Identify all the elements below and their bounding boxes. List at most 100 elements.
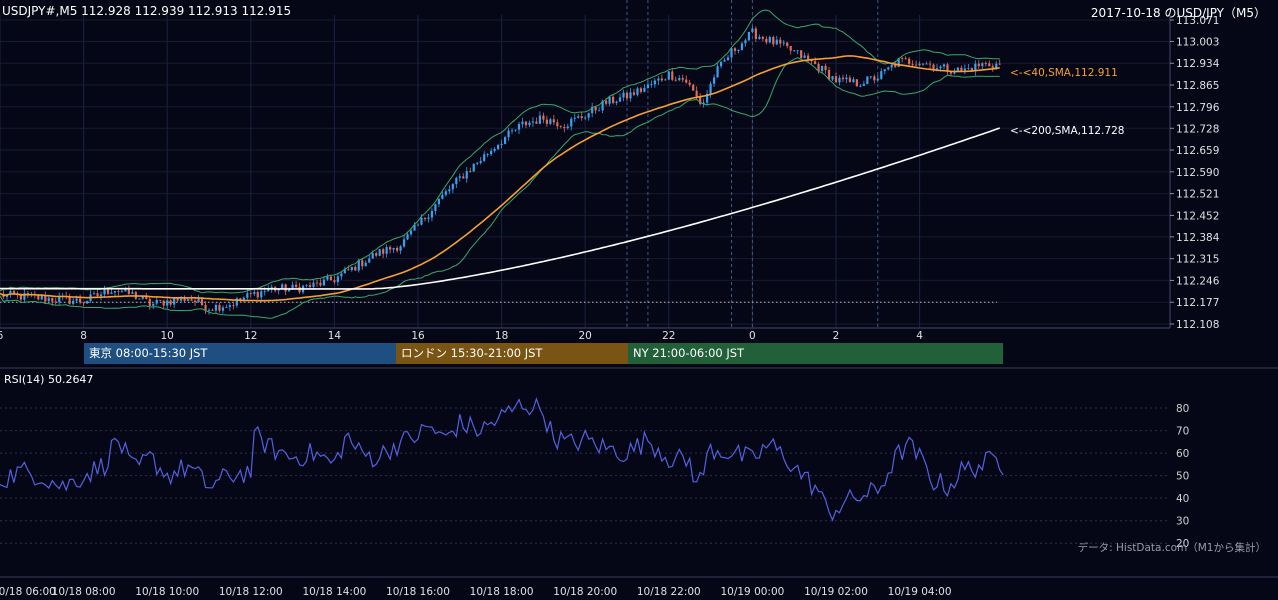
candle-body bbox=[497, 145, 500, 149]
hour-tick-label: 4 bbox=[916, 330, 923, 342]
price-tick-label: 112.108 bbox=[1176, 319, 1219, 331]
candle-body bbox=[981, 63, 984, 67]
candle-body bbox=[803, 55, 806, 58]
candle-body bbox=[138, 298, 141, 300]
candle-body bbox=[221, 307, 225, 311]
candle-body bbox=[228, 305, 231, 308]
candle-body bbox=[587, 113, 590, 118]
candle-body bbox=[977, 63, 980, 67]
candle-body bbox=[267, 289, 270, 292]
candle-body bbox=[113, 291, 117, 293]
candle-body bbox=[939, 66, 942, 69]
candle-body bbox=[556, 122, 559, 127]
candle-body bbox=[99, 294, 103, 297]
candle-body bbox=[79, 298, 82, 303]
candle-body bbox=[545, 119, 548, 124]
price-tick-label: 112.246 bbox=[1176, 275, 1220, 287]
candle-body bbox=[173, 298, 176, 305]
candle-body bbox=[723, 60, 726, 62]
candle-body bbox=[256, 292, 259, 298]
candle-body bbox=[786, 42, 789, 47]
symbol-quote: USDJPY#,M5 112.928 112.939 112.913 112.9… bbox=[2, 4, 292, 18]
candle-body bbox=[796, 50, 799, 52]
candle-body bbox=[396, 248, 399, 251]
candle-body bbox=[594, 106, 597, 111]
candle-body bbox=[476, 162, 479, 164]
time-tick-label: 10/18 06:00 bbox=[0, 586, 56, 598]
candle-body bbox=[712, 77, 716, 84]
candle-body bbox=[598, 110, 601, 112]
candle-body bbox=[347, 269, 350, 271]
candle-body bbox=[263, 291, 266, 293]
candle-body bbox=[559, 126, 562, 128]
candle-body bbox=[542, 115, 545, 120]
candle-body bbox=[967, 68, 970, 69]
candle-body bbox=[68, 296, 71, 304]
candle-body bbox=[845, 77, 848, 80]
candle-body bbox=[483, 154, 486, 161]
candle-body bbox=[148, 299, 151, 306]
price-tick-label: 112.590 bbox=[1176, 167, 1219, 179]
time-tick-label: 10/19 02:00 bbox=[804, 586, 868, 598]
candle-body bbox=[758, 36, 761, 39]
candle-body bbox=[573, 117, 576, 119]
candle-body bbox=[493, 148, 496, 151]
candle-body bbox=[824, 65, 827, 71]
candle-body bbox=[517, 124, 521, 130]
candle-body bbox=[47, 297, 50, 302]
price-axis-ticks: 113.071113.003112.934112.865112.796112.7… bbox=[1170, 15, 1220, 331]
hour-tick-label: 10 bbox=[161, 330, 174, 342]
hour-tick-label: 22 bbox=[662, 330, 675, 342]
candle-body bbox=[423, 217, 427, 219]
candle-body bbox=[789, 46, 792, 51]
candle-body bbox=[253, 292, 256, 294]
candle-body bbox=[848, 77, 852, 83]
candle-body bbox=[441, 194, 444, 199]
candle-body bbox=[549, 119, 552, 124]
candle-body bbox=[155, 299, 158, 304]
candle-body bbox=[751, 28, 754, 32]
candle-body bbox=[726, 57, 730, 61]
candle-body bbox=[406, 234, 409, 240]
candle-body bbox=[775, 39, 778, 45]
candle-body bbox=[284, 284, 287, 292]
candle-body bbox=[671, 71, 674, 80]
candle-body bbox=[636, 88, 639, 95]
candle-body bbox=[207, 309, 211, 311]
candle-body bbox=[159, 299, 162, 301]
candle-body bbox=[312, 282, 315, 287]
candle-body bbox=[200, 298, 204, 306]
candle-body bbox=[719, 61, 723, 67]
candle-body bbox=[524, 121, 528, 126]
candle-body bbox=[883, 69, 886, 72]
rsi-tick-label: 40 bbox=[1176, 493, 1189, 505]
candle-body bbox=[820, 65, 824, 72]
candle-body bbox=[838, 77, 841, 83]
price-tick-label: 112.934 bbox=[1176, 58, 1220, 70]
candle-body bbox=[688, 82, 691, 85]
candle-body bbox=[37, 295, 40, 300]
candle-body bbox=[336, 276, 339, 283]
candle-body bbox=[72, 300, 75, 304]
candle-body bbox=[862, 83, 865, 86]
candle-body bbox=[354, 266, 357, 271]
candle-body bbox=[204, 305, 207, 311]
candle-body bbox=[709, 83, 712, 94]
candle-body bbox=[664, 79, 667, 81]
candle-body bbox=[399, 246, 402, 251]
time-tick-label: 10/18 10:00 bbox=[135, 586, 199, 598]
candle-body bbox=[765, 38, 768, 43]
candle-body bbox=[873, 76, 876, 81]
candle-body bbox=[991, 66, 994, 69]
candle-body bbox=[326, 276, 329, 280]
candle-body bbox=[364, 262, 367, 267]
candle-body bbox=[580, 116, 583, 118]
candle-body bbox=[674, 79, 677, 81]
candle-body bbox=[427, 217, 430, 219]
candle-body bbox=[490, 150, 493, 155]
candle-body bbox=[187, 299, 190, 301]
candle-body bbox=[58, 296, 61, 302]
candle-body bbox=[584, 117, 587, 119]
candle-body bbox=[319, 282, 322, 286]
candle-body bbox=[834, 76, 838, 83]
